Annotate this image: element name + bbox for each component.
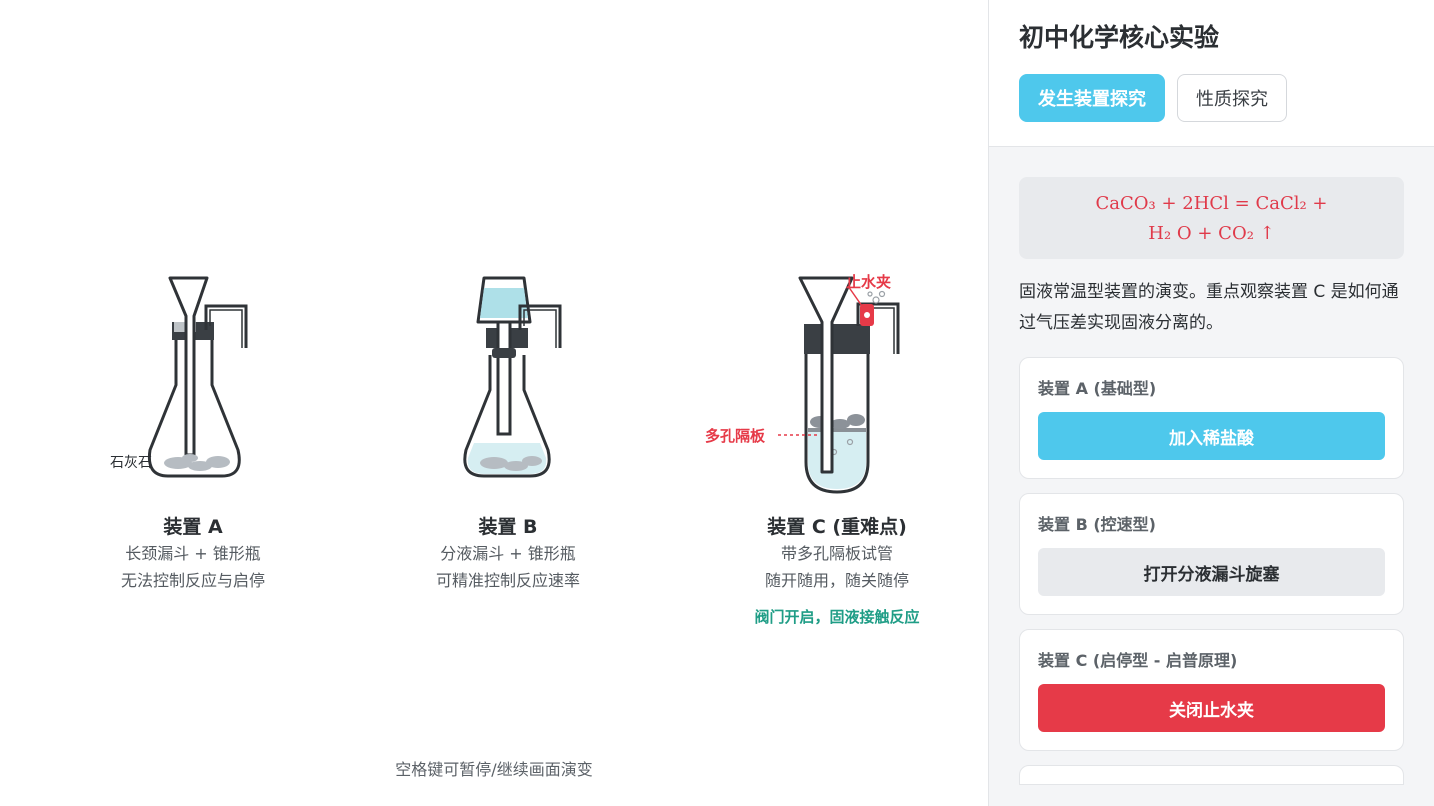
close-clamp-button[interactable]: 关闭止水夹 — [1038, 684, 1385, 732]
limestone-label: 石灰石 — [110, 455, 152, 471]
clamp-label: 止水夹 — [846, 273, 891, 291]
device-b-card: 装置 B (控速型) 打开分液漏斗旋塞 — [1019, 493, 1404, 615]
device-c-line2: 随开随用，随关随停 — [764, 571, 909, 590]
next-card-partial — [1019, 765, 1404, 785]
device-c-card-label: 装置 C (启停型 - 启普原理) — [1038, 651, 1238, 670]
device-a-line2: 无法控制反应与启停 — [120, 571, 265, 590]
device-c-liquid — [808, 432, 866, 489]
device-b-line1: 分液漏斗 + 锥形瓶 — [440, 544, 576, 563]
device-c-apparatus — [778, 276, 900, 494]
device-a-card: 装置 A (基础型) 加入稀盐酸 — [1019, 357, 1404, 479]
device-b-apparatus — [463, 276, 562, 478]
device-b-card-label: 装置 B (控速型) — [1038, 515, 1156, 534]
experiment-stage: 石灰石 多孔隔板 止水夹 装置 A 长颈漏斗 + 锥形瓶 无法控制反应与启停 装… — [0, 0, 988, 806]
device-c-status: 阀门开启，固液接触反应 — [754, 608, 920, 626]
tab-generator-exploration[interactable]: 发生装置探究 — [1019, 74, 1165, 122]
device-b-line2: 可精准控制反应速率 — [435, 571, 580, 590]
device-c-line1: 带多孔隔板试管 — [780, 544, 893, 563]
experiment-description: 固液常温型装置的演变。重点观察装置 C 是如何通过气压差实现固液分离的。 — [1019, 282, 1399, 333]
device-b-title: 装置 B — [478, 516, 538, 538]
apparatus-canvas: 石灰石 多孔隔板 止水夹 — [110, 273, 900, 494]
panel-header: 初中化学核心实验 发生装置探究 性质探究 — [989, 0, 1434, 147]
panel-title: 初中化学核心实验 — [1019, 23, 1220, 52]
device-c-title: 装置 C (重难点) — [767, 516, 907, 538]
equation-line-1: CaCO₃ + 2HCl = CaCl₂ + — [1095, 193, 1328, 214]
control-panel: 初中化学核心实验 发生装置探究 性质探究 CaCO₃ + 2HCl = CaCl… — [988, 0, 1434, 806]
device-a-card-label: 装置 A (基础型) — [1038, 379, 1157, 398]
device-b-caption: 装置 B 分液漏斗 + 锥形瓶 可精准控制反应速率 — [358, 514, 658, 594]
device-a-title: 装置 A — [163, 516, 223, 538]
add-hcl-button[interactable]: 加入稀盐酸 — [1038, 412, 1385, 460]
device-b-stopcock — [492, 348, 516, 358]
device-a-caption: 装置 A 长颈漏斗 + 锥形瓶 无法控制反应与启停 — [43, 514, 343, 594]
tab-property-exploration[interactable]: 性质探究 — [1177, 74, 1287, 122]
open-stopcock-button[interactable]: 打开分液漏斗旋塞 — [1038, 548, 1385, 596]
device-a-line1: 长颈漏斗 + 锥形瓶 — [125, 544, 261, 563]
device-a-apparatus — [147, 276, 248, 478]
reaction-equation: CaCO₃ + 2HCl = CaCl₂ + H₂ O + CO₂ ↑ — [1019, 177, 1404, 259]
keyboard-hint: 空格键可暂停/继续画面演变 — [395, 760, 593, 779]
device-c-card: 装置 C (启停型 - 启普原理) 关闭止水夹 — [1019, 629, 1404, 751]
device-c-caption: 装置 C (重难点) 带多孔隔板试管 随开随用，随关随停 阀门开启，固液接触反应 — [687, 514, 987, 627]
porous-plate-label: 多孔隔板 — [705, 427, 766, 445]
equation-line-2: H₂ O + CO₂ ↑ — [1148, 223, 1275, 244]
panel-body: CaCO₃ + 2HCl = CaCl₂ + H₂ O + CO₂ ↑ 固液常温… — [989, 147, 1434, 785]
device-c-stopper — [804, 324, 870, 354]
tab-bar: 发生装置探究 性质探究 — [1019, 74, 1404, 122]
